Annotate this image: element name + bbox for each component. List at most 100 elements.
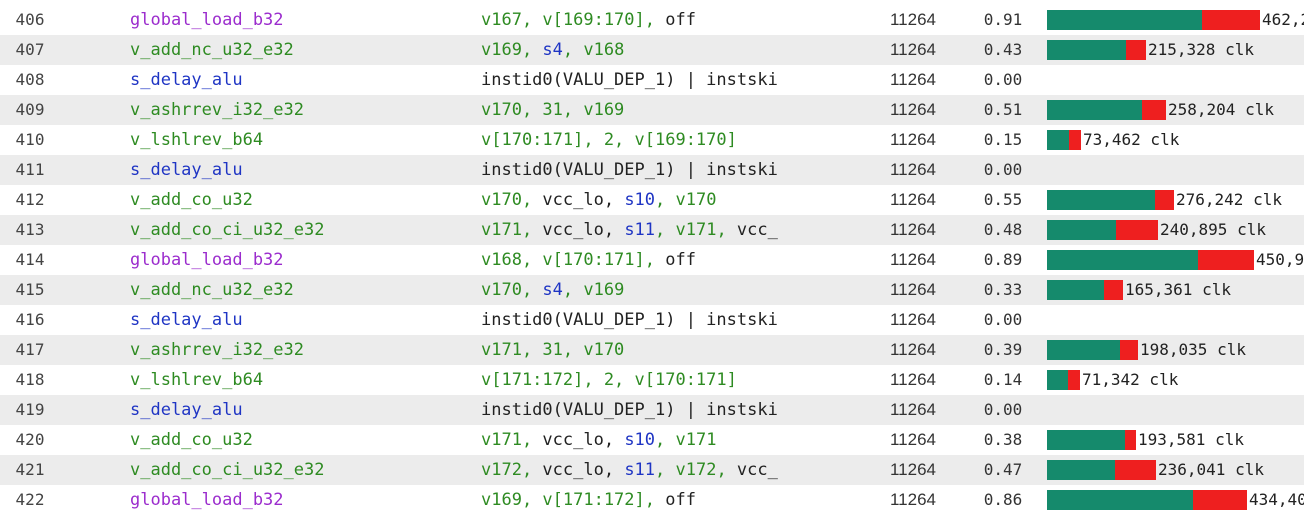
- latency-bar-red: [1120, 340, 1138, 360]
- line-number: 415: [15, 280, 45, 299]
- line-number: 406: [15, 10, 45, 29]
- latency-bar-green: [1047, 460, 1115, 480]
- operand-token: s11: [624, 220, 656, 240]
- execution-count: 11264: [889, 430, 936, 449]
- latency-cell: 193,581 clk: [1047, 425, 1304, 455]
- latency-label: 198,035 clk: [1140, 340, 1246, 359]
- cost-ratio: 0.00: [983, 160, 1023, 179]
- table-row[interactable]: 420 v_add_co_u32 v171, vcc_lo, s10, v171 11…: [0, 425, 1304, 455]
- line-number: 419: [15, 400, 45, 419]
- latency-bar: [1047, 40, 1146, 60]
- table-row[interactable]: 406 global_load_b32 v167, v[169:170], off 1…: [0, 5, 1304, 35]
- execution-count: 11264: [889, 10, 936, 29]
- instruction-operands: instid0(VALU_DEP_1) | instski: [481, 155, 840, 185]
- execution-count: 11264: [889, 40, 936, 59]
- table-row[interactable]: 408 s_delay_alu instid0(VALU_DEP_1) | inst…: [0, 65, 1304, 95]
- latency-bar-green: [1047, 250, 1198, 270]
- table-row[interactable]: 411 s_delay_alu instid0(VALU_DEP_1) | inst…: [0, 155, 1304, 185]
- cost-ratio: 0.00: [983, 310, 1023, 329]
- latency-cell: 71,342 clk: [1047, 365, 1304, 395]
- execution-count: 11264: [889, 490, 936, 509]
- table-row[interactable]: 421 v_add_co_ci_u32_e32 v172, vcc_lo, s11,…: [0, 455, 1304, 485]
- table-row[interactable]: 422 global_load_b32 v169, v[171:172], off 1…: [0, 485, 1304, 515]
- line-number: 422: [15, 490, 45, 509]
- instruction-mnemonic: v_add_co_u32: [130, 430, 253, 450]
- operand-token: v171,: [481, 430, 543, 450]
- operand-token: v170,: [481, 190, 543, 210]
- latency-bar-red: [1142, 100, 1166, 120]
- latency-bar-green: [1047, 370, 1068, 390]
- latency-bar-green: [1047, 190, 1155, 210]
- table-row[interactable]: 409 v_ashrrev_i32_e32 v170, 31, v169 11264 0…: [0, 95, 1304, 125]
- instruction-mnemonic: v_add_co_ci_u32_e32: [130, 220, 325, 240]
- latency-cell: 276,242 clk: [1047, 185, 1304, 215]
- operand-token: v171, 31, v170: [481, 340, 625, 360]
- operand-token: vcc_lo,: [542, 190, 625, 210]
- instruction-operands: v[170:171], 2, v[169:170]: [481, 125, 840, 155]
- latency-label: 240,895 clk: [1160, 220, 1266, 239]
- table-row[interactable]: 407 v_add_nc_u32_e32 v169, s4, v168 11264 0.…: [0, 35, 1304, 65]
- table-row[interactable]: 416 s_delay_alu instid0(VALU_DEP_1) | inst…: [0, 305, 1304, 335]
- table-row[interactable]: 413 v_add_co_ci_u32_e32 v171, vcc_lo, s11,…: [0, 215, 1304, 245]
- operand-token: instid0(VALU_DEP_1) | instski: [481, 160, 778, 180]
- latency-cell: 165,361 clk: [1047, 275, 1304, 305]
- cost-ratio: 0.47: [983, 460, 1023, 479]
- cost-ratio: 0.39: [983, 340, 1023, 359]
- instruction-operands: v170, s4, v169: [481, 275, 840, 305]
- operand-token: instid0(VALU_DEP_1) | instski: [481, 310, 778, 330]
- table-row[interactable]: 414 global_load_b32 v168, v[170:171], off 1…: [0, 245, 1304, 275]
- table-row[interactable]: 417 v_ashrrev_i32_e32 v171, 31, v170 11264 0…: [0, 335, 1304, 365]
- latency-bar-red: [1155, 190, 1174, 210]
- line-number: 407: [15, 40, 45, 59]
- cost-ratio: 0.51: [983, 100, 1023, 119]
- latency-label: 450,929 clk: [1256, 250, 1304, 269]
- instruction-mnemonic: s_delay_alu: [130, 310, 243, 330]
- operand-token: vcc_: [736, 460, 778, 480]
- latency-cell: 215,328 clk: [1047, 35, 1304, 65]
- line-number: 420: [15, 430, 45, 449]
- table-row[interactable]: 415 v_add_nc_u32_e32 v170, s4, v169 11264 0.…: [0, 275, 1304, 305]
- execution-count: 11264: [889, 310, 936, 329]
- table-row[interactable]: 419 s_delay_alu instid0(VALU_DEP_1) | inst…: [0, 395, 1304, 425]
- latency-bar-red: [1198, 250, 1254, 270]
- latency-label: 236,041 clk: [1158, 460, 1264, 479]
- latency-bar-red: [1202, 10, 1260, 30]
- latency-cell: 462,200 clk: [1047, 5, 1304, 35]
- execution-count: 11264: [889, 250, 936, 269]
- operand-token: s11: [624, 460, 656, 480]
- operand-token: vcc_: [736, 220, 778, 240]
- latency-bar: [1047, 280, 1123, 300]
- latency-bar-red: [1115, 460, 1156, 480]
- latency-cell: 258,204 clk: [1047, 95, 1304, 125]
- latency-bar-green: [1047, 130, 1069, 150]
- instruction-mnemonic: global_load_b32: [130, 10, 284, 30]
- latency-bar: [1047, 340, 1138, 360]
- operand-token: vcc_lo,: [542, 220, 625, 240]
- latency-cell: [1047, 65, 1304, 95]
- instruction-operands: v169, v[171:172], off: [481, 485, 840, 515]
- latency-cell: 434,404 clk: [1047, 485, 1304, 515]
- execution-count: 11264: [889, 130, 936, 149]
- latency-label: 215,328 clk: [1148, 40, 1254, 59]
- execution-count: 11264: [889, 190, 936, 209]
- latency-bar: [1047, 130, 1081, 150]
- instruction-operands: v167, v[169:170], off: [481, 5, 840, 35]
- table-row[interactable]: 410 v_lshlrev_b64 v[170:171], 2, v[169:170…: [0, 125, 1304, 155]
- line-number: 421: [15, 460, 45, 479]
- latency-cell: [1047, 395, 1304, 425]
- execution-count: 11264: [889, 400, 936, 419]
- operand-token: v172,: [481, 460, 543, 480]
- instruction-operands: instid0(VALU_DEP_1) | instski: [481, 305, 840, 335]
- operand-token: v169,: [481, 40, 543, 60]
- table-row[interactable]: 412 v_add_co_u32 v170, vcc_lo, s10, v170 11…: [0, 185, 1304, 215]
- latency-bar: [1047, 430, 1136, 450]
- execution-count: 11264: [889, 370, 936, 389]
- latency-bar: [1047, 100, 1166, 120]
- instruction-mnemonic: s_delay_alu: [130, 160, 243, 180]
- execution-count: 11264: [889, 160, 936, 179]
- instruction-mnemonic: s_delay_alu: [130, 400, 243, 420]
- execution-count: 11264: [889, 460, 936, 479]
- cost-ratio: 0.33: [983, 280, 1023, 299]
- operand-token: , v171: [655, 430, 717, 450]
- table-row[interactable]: 418 v_lshlrev_b64 v[171:172], 2, v[170:171…: [0, 365, 1304, 395]
